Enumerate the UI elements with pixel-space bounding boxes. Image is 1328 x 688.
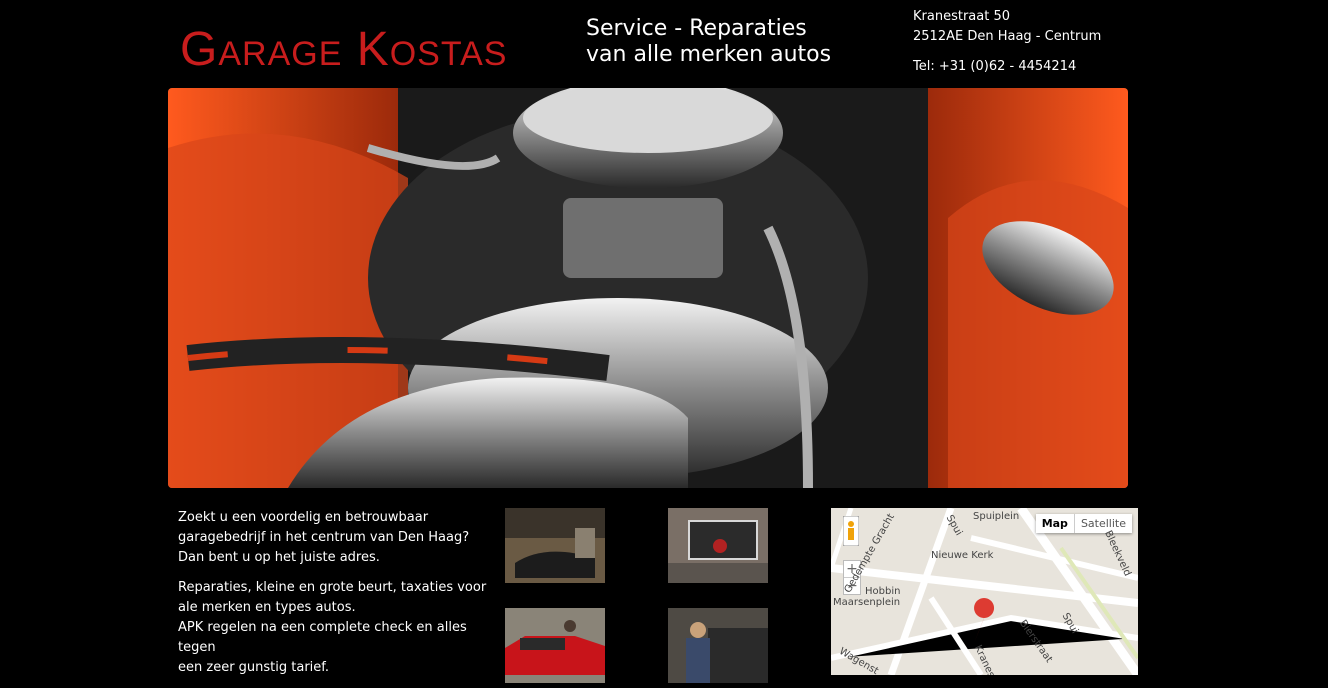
contact-block: Kranestraat 50 2512AE Den Haag - Centrum… bbox=[913, 7, 1101, 77]
intro-p2-line4: een zeer gunstig tarief. bbox=[178, 660, 330, 675]
map-label-maarsenplein: Maarsenplein bbox=[833, 597, 901, 608]
intro-paragraph-1: Zoekt u een voordelig en betrouwbaar gar… bbox=[178, 508, 488, 568]
tagline-line-2: van alle merken autos bbox=[586, 42, 832, 67]
red-car-photo bbox=[505, 608, 605, 683]
hero-engine-image bbox=[168, 88, 1128, 488]
map-type-satellite-button[interactable]: Satellite bbox=[1073, 514, 1132, 533]
intro-text: Zoekt u een voordelig en betrouwbaar gar… bbox=[178, 508, 488, 688]
map-label-hobbin: Hobbin bbox=[865, 586, 901, 597]
garage-interior-photo bbox=[505, 508, 605, 583]
mechanic-photo bbox=[668, 608, 768, 683]
gallery-thumb-garage-interior[interactable] bbox=[505, 508, 605, 583]
site-logo[interactable]: Garage Kostas bbox=[180, 22, 507, 77]
intro-p1-line1: Zoekt u een voordelig en betrouwbaar bbox=[178, 510, 429, 525]
intro-paragraph-2: Reparaties, kleine en grote beurt, taxat… bbox=[178, 578, 488, 678]
intro-p2-line1: Reparaties, kleine en grote beurt, taxat… bbox=[178, 580, 487, 595]
gallery-thumb-mechanic[interactable] bbox=[668, 608, 768, 683]
intro-p2-line3: APK regelen na een complete check en all… bbox=[178, 620, 467, 655]
site-tagline: Service - Reparaties van alle merken aut… bbox=[586, 16, 831, 68]
street-view-pegman-icon[interactable] bbox=[842, 515, 860, 547]
map-type-toggle: Map Satellite bbox=[1035, 514, 1132, 533]
address-street: Kranestraat 50 bbox=[913, 9, 1010, 24]
phone-number: Tel: +31 (0)62 - 4454214 bbox=[913, 59, 1077, 74]
address-city: 2512AE Den Haag - Centrum bbox=[913, 29, 1102, 44]
gallery-thumb-red-car[interactable] bbox=[505, 608, 605, 683]
map-label-nieuwe-kerk: Nieuwe Kerk bbox=[931, 550, 994, 561]
map-label-spuiplein: Spuiplein bbox=[973, 511, 1020, 522]
tagline-line-1: Service - Reparaties bbox=[586, 16, 807, 41]
engine-illustration bbox=[168, 88, 1128, 488]
map-type-map-button[interactable]: Map bbox=[1035, 514, 1074, 533]
intro-p1-line3: Dan bent u op het juiste adres. bbox=[178, 550, 380, 565]
garage-front-photo bbox=[668, 508, 768, 583]
intro-p2-line2: ale merken en types autos. bbox=[178, 600, 356, 615]
intro-p1-line2: garagebedrijf in het centrum van Den Haa… bbox=[178, 530, 470, 545]
location-map[interactable]: + − Map Satellite Spuiplein Spui Nieuwe … bbox=[831, 508, 1138, 675]
gallery-thumb-garage-front[interactable] bbox=[668, 508, 768, 583]
